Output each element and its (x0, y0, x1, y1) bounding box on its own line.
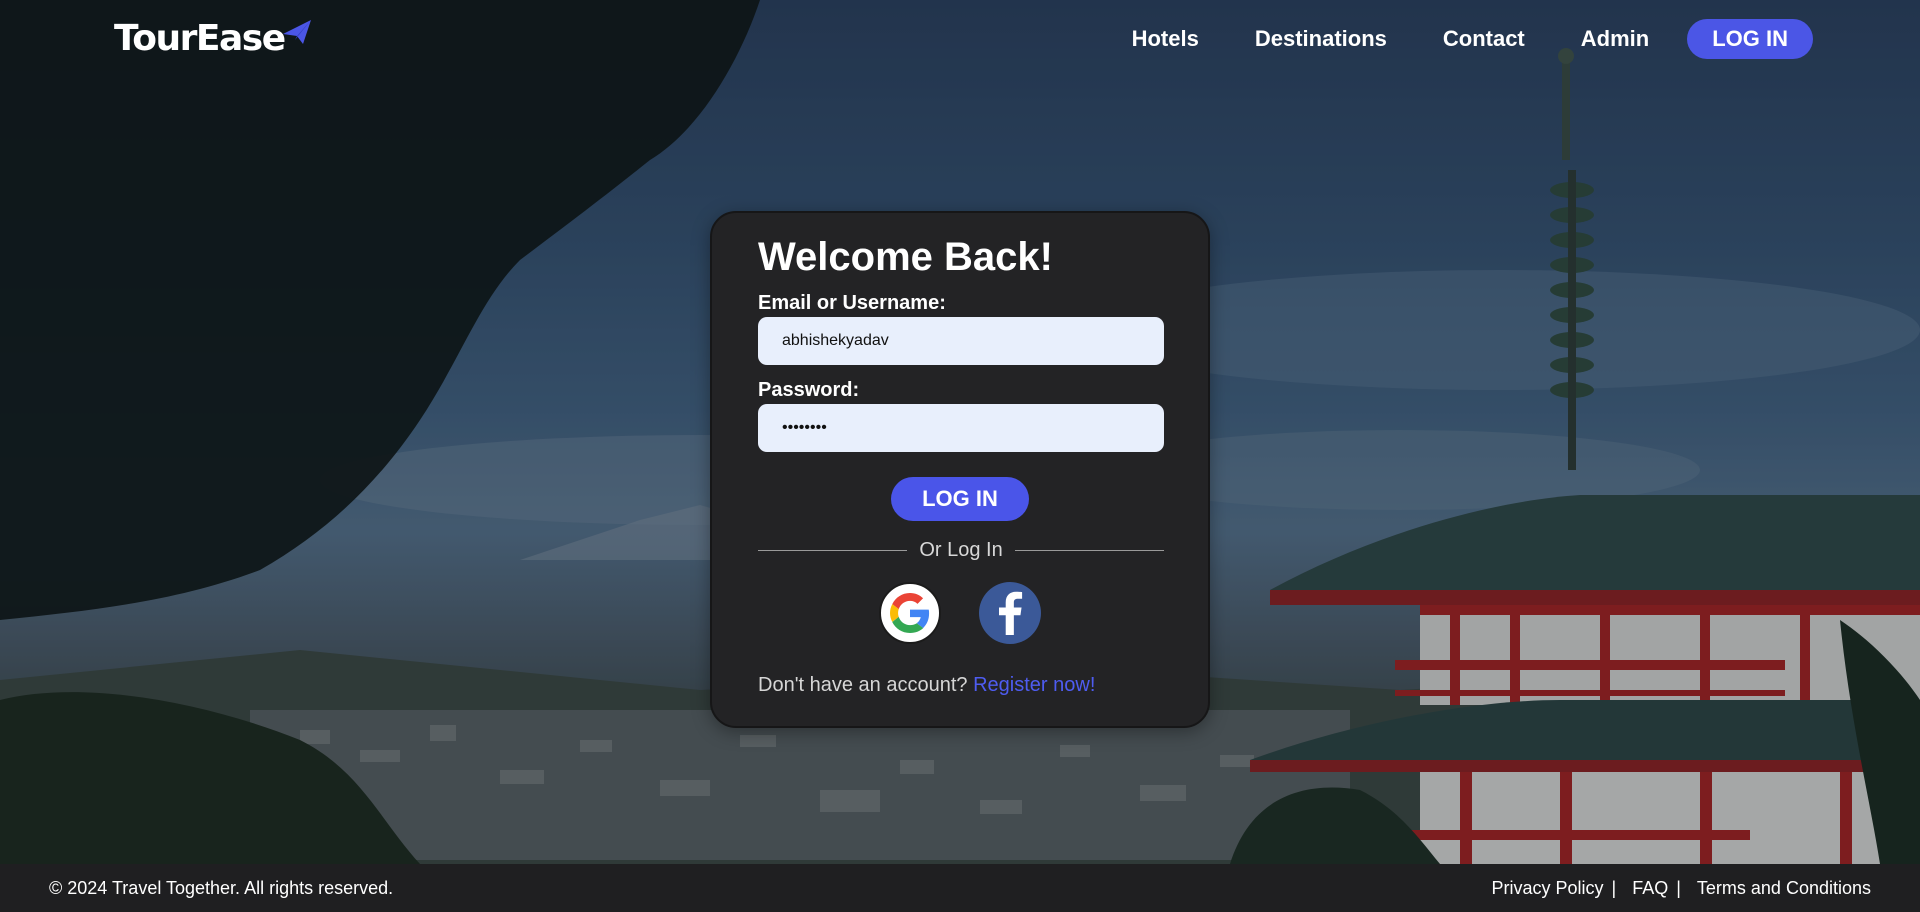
nav-admin[interactable]: Admin (1581, 26, 1649, 52)
login-submit-button[interactable]: LOG IN (891, 477, 1029, 521)
register-link[interactable]: Register now! (973, 674, 1095, 696)
nav-contact[interactable]: Contact (1443, 26, 1525, 52)
email-input[interactable]: abhishekyadav (758, 317, 1164, 365)
footer-links: Privacy Policy | FAQ | Terms and Conditi… (1491, 878, 1871, 899)
divider-line-left (758, 550, 908, 551)
facebook-login-button[interactable] (979, 582, 1041, 644)
footer-link-faq[interactable]: FAQ (1632, 878, 1668, 899)
brand-name: TourEase (114, 18, 286, 59)
site-header: TourEase Hotels Destinations Contact Adm… (0, 0, 1920, 76)
site-footer: © 2024 Travel Together. All rights reser… (0, 864, 1920, 912)
social-login-buttons (758, 582, 1162, 644)
social-divider: Or Log In (758, 539, 1165, 562)
password-input[interactable]: •••••••• (758, 404, 1164, 452)
register-prompt: Don't have an account? Register now! (758, 674, 1162, 697)
login-title: Welcome Back! (758, 235, 1053, 279)
login-card: Welcome Back! Email or Username: abhishe… (710, 211, 1210, 728)
footer-separator: | (1676, 877, 1681, 898)
footer-link-terms[interactable]: Terms and Conditions (1697, 878, 1871, 899)
brand-logo[interactable]: TourEase (114, 18, 313, 59)
paper-plane-icon (281, 14, 313, 55)
copyright-text: © 2024 Travel Together. All rights reser… (49, 877, 394, 898)
divider-line-right (1014, 550, 1165, 551)
password-label: Password: (758, 379, 860, 401)
facebook-icon (999, 591, 1023, 635)
google-login-button[interactable] (879, 582, 941, 644)
email-label: Email or Username: (758, 292, 946, 314)
footer-link-privacy[interactable]: Privacy Policy (1491, 878, 1603, 899)
divider-text: Or Log In (919, 539, 1003, 561)
nav-destinations[interactable]: Destinations (1255, 26, 1387, 52)
google-icon (890, 593, 930, 633)
submit-row: LOG IN (758, 477, 1162, 521)
register-prompt-text: Don't have an account? (758, 674, 968, 696)
main-nav: Hotels Destinations Contact Admin LOG IN (1132, 19, 1813, 59)
header-login-button[interactable]: LOG IN (1687, 19, 1813, 59)
nav-hotels[interactable]: Hotels (1132, 26, 1199, 52)
footer-separator: | (1611, 877, 1617, 898)
